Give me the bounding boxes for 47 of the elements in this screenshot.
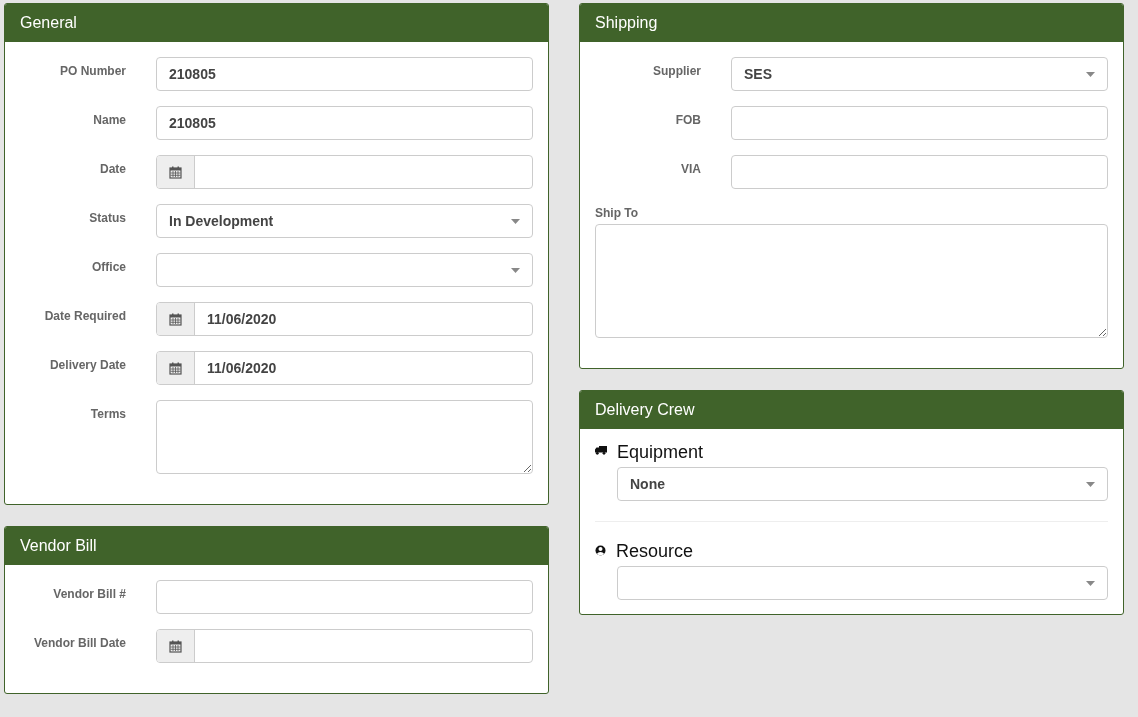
field-label: Date Required [43,308,126,323]
field-label: Equipment [617,441,704,463]
select-field[interactable] [156,253,533,287]
field-label: Resource [616,540,694,562]
field-label: Vendor Bill # [52,586,126,601]
text-field[interactable]: 210805 [156,106,533,140]
date-field[interactable]: 11/06/2020 [156,302,533,336]
field-label: Date [99,161,126,176]
panel-title: Vendor Bill [20,537,97,555]
textarea-field[interactable] [595,224,1108,338]
field-label: Name [92,112,126,127]
panel-title: General [20,14,77,32]
caret-icon [511,267,520,273]
field-label: Delivery Date [48,357,126,372]
textarea-field[interactable] [156,400,533,474]
caret-icon [511,218,520,224]
field-label: Status [88,210,126,225]
calendar-icon [169,312,182,326]
text-field[interactable]: 210805 [156,57,533,91]
date-field[interactable]: 11/06/2020 [156,351,533,385]
caret-icon [1086,71,1095,77]
field-label: Ship To [595,206,640,220]
date-field[interactable] [156,155,533,189]
truck-icon [595,446,607,455]
field-label: Supplier [652,63,701,78]
field-label: Terms [89,406,126,421]
calendar-icon [169,361,182,375]
field-label: FOB [674,112,701,127]
field-label: VIA [680,161,701,176]
text-field[interactable] [731,155,1108,189]
date-field[interactable] [156,629,533,663]
calendar-icon [169,639,182,653]
panel-title: Shipping [595,14,658,32]
field-label: PO Number [59,63,126,78]
select-field[interactable] [617,566,1108,600]
caret-icon [1086,481,1095,487]
calendar-icon [169,165,182,179]
text-field[interactable] [156,580,533,614]
field-label: Office [91,259,126,274]
select-field[interactable]: None [617,467,1108,501]
select-field[interactable]: SES [731,57,1108,91]
panel-title: Delivery Crew [595,401,695,419]
caret-icon [1086,580,1095,586]
person-icon [595,545,606,556]
field-label: Vendor Bill Date [32,635,126,650]
text-field[interactable] [731,106,1108,140]
select-field[interactable]: In Development [156,204,533,238]
